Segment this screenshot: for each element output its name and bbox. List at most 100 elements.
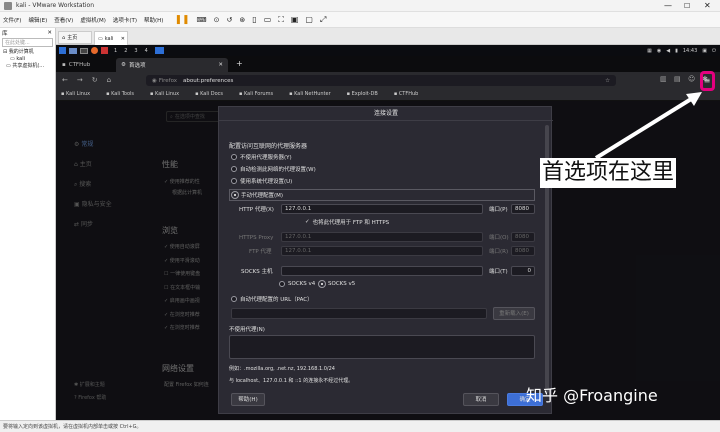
http-port-input[interactable]: 8080 [511,204,535,214]
kali-menu-icon[interactable] [59,47,66,54]
reload-button[interactable]: 重新载入(E) [493,307,535,320]
battery-icon[interactable]: ▮ [675,48,678,54]
menu-edit[interactable]: 编辑(E) [28,16,47,24]
notification-icon[interactable]: ◉ [657,48,661,54]
cancel-button[interactable]: 取消 [463,393,499,406]
socks-host-input[interactable] [281,266,483,276]
active-window-icon[interactable] [154,47,164,54]
library-search-input[interactable]: 在此处键... [5,39,30,46]
thumbnail-view-icon[interactable]: ▭ [264,15,272,24]
power-icon[interactable]: ⏻ [712,48,716,54]
maximize-icon[interactable]: ☐ [684,0,690,12]
tab-ctfhub[interactable]: ▪ CTFHub [59,59,113,70]
bookmark-kali-tools[interactable]: ▪ Kali Tools [106,91,142,97]
bookmark-kali-linux-2[interactable]: ▪ Kali Linux [150,91,187,97]
console-view-icon[interactable]: ▢ [305,15,313,24]
radio-socks-v4[interactable]: SOCKS v4 [279,281,315,287]
tree-item-my-computer[interactable]: ⊟ 我的计算机 [3,49,55,56]
terminal-icon[interactable] [80,47,88,54]
new-tab-button[interactable]: + [236,59,243,68]
checkmark-icon: ✓ [305,219,310,225]
vmware-status-bar: 要将输入定向到该虚拟机，请在虚拟机内部单击或按 Ctrl+G。 [0,420,720,432]
bookmark-kali-docs[interactable]: ▪ Kali Docs [195,91,231,97]
also-https-checkbox[interactable]: ✓ 也将此代理用于 FTP 和 HTTPS [305,218,389,226]
library-close-icon[interactable]: ✕ [47,30,52,36]
tab-close-icon[interactable]: ✕ [218,62,223,68]
tab-home[interactable]: ⌂ 主页 [58,31,92,44]
menu-help[interactable]: 帮助(H) [144,16,163,24]
workspace-1[interactable]: 1 [114,48,117,54]
bookmark-kali-forums[interactable]: ▪ Kali Forums [239,91,281,97]
minimize-icon[interactable]: — [664,0,672,12]
home-icon: ⌂ [62,34,66,41]
radio-system-proxy[interactable]: 使用系统代理设置(U) [231,177,292,185]
url-text: about:preferences [183,77,234,84]
home-icon[interactable]: ⌂ [107,76,111,84]
tab-close-icon[interactable]: ✕ [121,36,125,42]
vmware-title-bar: kali - VMware Workstation — ☐ ✕ [0,0,720,12]
pac-url-input[interactable] [231,308,487,319]
snapshot-icon[interactable]: ⊙ [214,16,220,24]
no-proxy-textarea[interactable] [229,335,535,359]
bookmark-exploit-db[interactable]: ▪ Exploit-DB [347,91,386,97]
vmware-menu-bar: 文件(F) 编辑(E) 查看(V) 虚拟机(M) 选项卡(T) 帮助(H) ❚❚… [0,12,720,28]
help-button[interactable]: 帮助(H) [231,393,265,406]
bookmark-star-icon[interactable]: ☆ [605,78,610,84]
firefox-icon[interactable] [91,47,98,54]
restore-snapshot-icon[interactable]: ↺ [227,16,233,24]
account-icon[interactable]: ☺ [688,75,695,83]
library-icon[interactable]: ▥ [660,75,667,83]
workspace-3[interactable]: 3 [134,48,137,54]
screenshot-root: kali - VMware Workstation — ☐ ✕ 文件(F) 编辑… [0,0,720,432]
radio-auto-detect[interactable]: 自动检测此网络的代理设置(W) [231,165,316,173]
vmware-logo-icon [4,2,12,10]
lock-icon[interactable]: ▣ [702,48,707,54]
fullscreen-icon[interactable]: ⛶ [278,15,284,25]
files-icon[interactable] [69,47,77,54]
volume-icon[interactable]: ◀ [666,48,670,54]
sidebar-icon[interactable]: ▤ [674,75,681,83]
dialog-title: 连接设置 [219,107,553,121]
https-port-input[interactable]: 8080 [511,232,535,242]
radio-manual-proxy[interactable]: 手动代理配置(M) [229,189,535,201]
socks-port-label: 端口(T) [489,269,508,275]
clock[interactable]: 14:43 [683,48,697,54]
send-keys-icon[interactable]: ⌨ [197,16,207,24]
workspace-4[interactable]: 4 [145,48,148,54]
network-icon[interactable]: ▦ [647,48,652,54]
pause-icon[interactable]: ❚❚ [174,15,189,25]
menu-vm[interactable]: 虚拟机(M) [80,16,106,24]
menu-tabs[interactable]: 选项卡(T) [113,16,137,24]
radio-auto-url[interactable]: 自动代理配置的 URL（PAC） [231,295,313,303]
preferences-gear-icon: ⚙ [121,62,126,68]
menu-file[interactable]: 文件(F) [3,16,21,24]
workspace-2[interactable]: 2 [124,48,127,54]
ctfhub-favicon-icon: ▪ [62,61,66,68]
watermark: 知乎 @Froangine [526,386,658,405]
stretch-icon[interactable]: ⤢ [320,15,326,25]
tab-preferences[interactable]: ⚙ 首选项 ✕ [116,58,228,72]
close-icon[interactable]: ✕ [704,0,711,12]
tree-item-kali[interactable]: ▭ kali [3,56,55,63]
ftp-port-input[interactable]: 8080 [511,246,535,256]
manage-snapshots-icon[interactable]: ⊛ [239,16,245,24]
socks-port-input[interactable]: 0 [511,266,535,276]
bookmark-kali-linux[interactable]: ▪ Kali Linux [61,91,98,97]
back-icon[interactable]: ← [62,76,68,84]
tab-kali[interactable]: ▭ kali ✕ [94,31,128,45]
radio-socks-v5[interactable]: SOCKS v5 [319,281,355,287]
bookmark-ctfhub[interactable]: ▪ CTFHub [394,91,427,97]
burp-icon[interactable] [101,47,108,54]
reload-icon[interactable]: ↻ [92,76,98,84]
bookmark-kali-nethunter[interactable]: ▪ Kali NetHunter [289,91,339,97]
library-view-icon[interactable]: ▯ [252,15,256,24]
ftp-proxy-input[interactable]: 127.0.0.1 [281,246,483,256]
tree-item-shared[interactable]: ▭ 共享虚拟机(... [3,63,55,70]
unity-icon[interactable]: ▣ [291,15,299,24]
url-bar[interactable]: ◉ Firefox about:preferences ☆ [146,75,616,86]
menu-view[interactable]: 查看(V) [54,16,73,24]
http-proxy-input[interactable]: 127.0.0.1 [281,204,483,214]
forward-icon[interactable]: → [77,76,83,84]
https-proxy-input[interactable]: 127.0.0.1 [281,232,483,242]
radio-no-proxy[interactable]: 不使用代理服务器(Y) [231,153,292,161]
